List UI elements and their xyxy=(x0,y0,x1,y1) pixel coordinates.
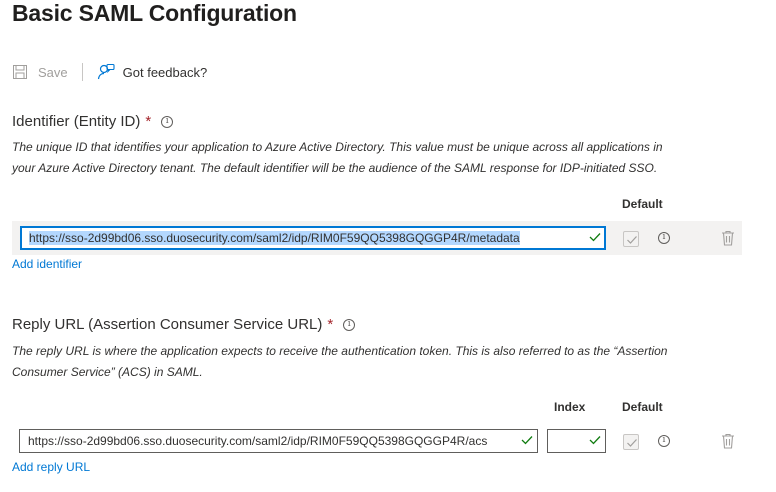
add-reply-url-link[interactable]: Add reply URL xyxy=(12,460,90,474)
identifier-value: https://sso-2d99bd06.sso.duosecurity.com… xyxy=(29,231,520,245)
feedback-icon xyxy=(97,63,115,80)
reply-url-description-line1: The reply URL is where the application e… xyxy=(12,344,668,358)
default-column-header: Default xyxy=(622,400,663,414)
required-asterisk: * xyxy=(327,316,334,333)
save-button[interactable]: Save xyxy=(12,64,68,80)
valid-check-icon xyxy=(521,436,533,445)
save-label: Save xyxy=(38,64,68,80)
info-icon[interactable] xyxy=(343,318,356,331)
add-identifier-link[interactable]: Add identifier xyxy=(12,257,82,271)
valid-check-icon xyxy=(589,436,601,445)
default-checkbox[interactable] xyxy=(623,434,639,450)
reply-url-description: The reply URL is where the application e… xyxy=(12,341,752,383)
save-icon xyxy=(13,65,27,79)
delete-icon[interactable] xyxy=(721,230,735,246)
reply-url-value: https://sso-2d99bd06.sso.duosecurity.com… xyxy=(28,434,488,448)
feedback-button[interactable]: Got feedback? xyxy=(97,63,208,81)
checkmark-icon xyxy=(627,236,637,244)
info-icon[interactable] xyxy=(161,115,174,128)
delete-icon[interactable] xyxy=(721,433,735,449)
checkmark-icon xyxy=(627,439,637,447)
default-info-icon[interactable] xyxy=(658,435,670,447)
identifier-label: Identifier (Entity ID) * xyxy=(12,113,174,130)
toolbar-divider xyxy=(81,63,83,81)
default-info-icon[interactable] xyxy=(658,232,670,244)
identifier-description-line1: The unique ID that identifies your appli… xyxy=(12,140,663,154)
page-title: Basic SAML Configuration xyxy=(12,0,297,26)
reply-url-label-text: Reply URL (Assertion Consumer Service UR… xyxy=(12,316,323,333)
reply-url-input[interactable]: https://sso-2d99bd06.sso.duosecurity.com… xyxy=(19,429,538,453)
identifier-input[interactable]: https://sso-2d99bd06.sso.duosecurity.com… xyxy=(20,226,606,250)
identifier-label-text: Identifier (Entity ID) xyxy=(12,113,141,130)
command-bar: Save Got feedback? xyxy=(12,60,207,84)
identifier-description-line2: your Azure Active Directory tenant. The … xyxy=(12,161,658,175)
required-asterisk: * xyxy=(145,113,152,130)
identifier-description: The unique ID that identifies your appli… xyxy=(12,137,752,179)
reply-url-row: https://sso-2d99bd06.sso.duosecurity.com… xyxy=(12,424,742,458)
default-checkbox[interactable] xyxy=(623,231,639,247)
valid-check-icon xyxy=(589,233,601,242)
default-column-header: Default xyxy=(622,197,663,211)
feedback-label: Got feedback? xyxy=(122,64,208,80)
index-column-header: Index xyxy=(554,400,586,414)
reply-url-description-line2: Consumer Service” (ACS) in SAML. xyxy=(12,365,203,379)
identifier-row: https://sso-2d99bd06.sso.duosecurity.com… xyxy=(12,221,742,255)
reply-url-label: Reply URL (Assertion Consumer Service UR… xyxy=(12,316,356,333)
